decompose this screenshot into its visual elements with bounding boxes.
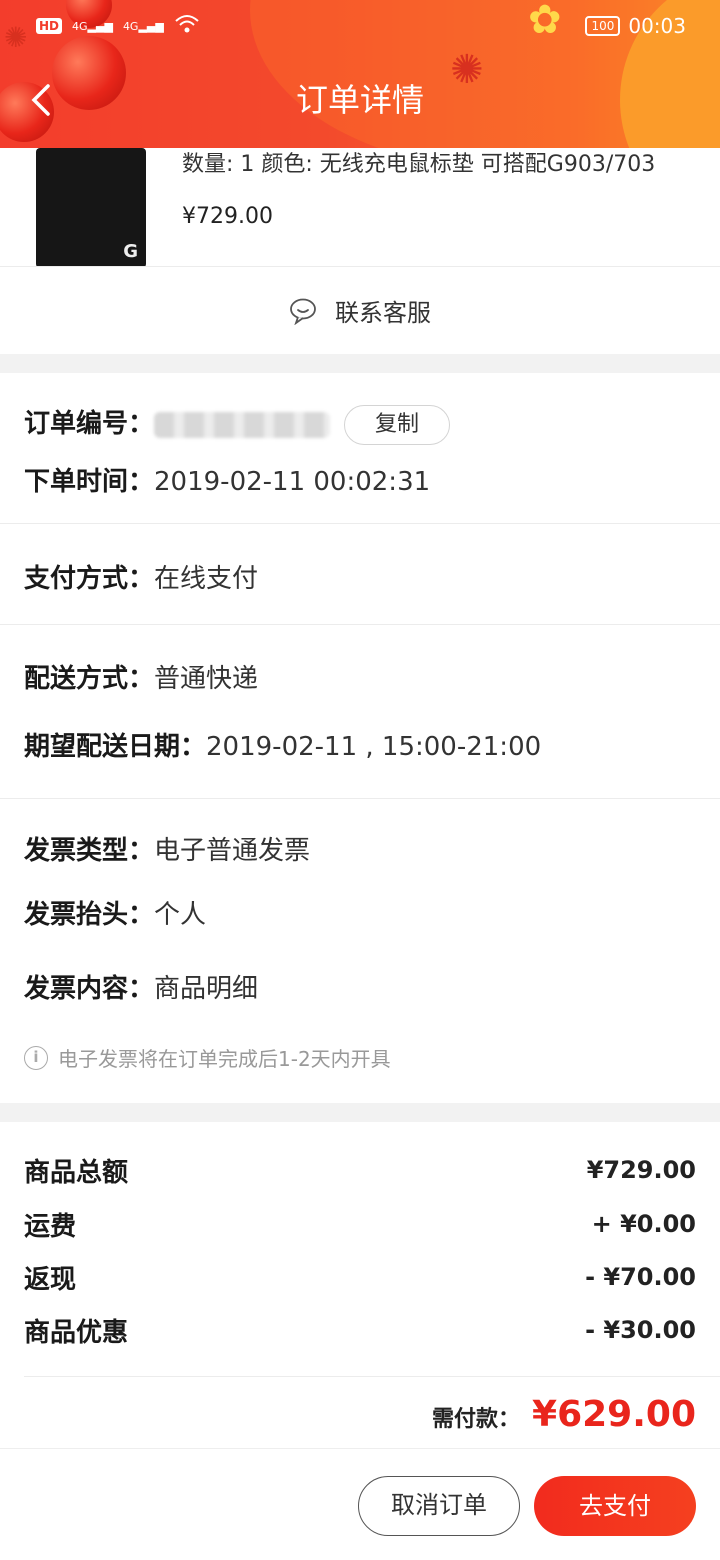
order-time-row: 下单时间：2019-02-11 00:02:31 [24, 461, 430, 498]
expected-date-label: 期望配送日期： [24, 732, 207, 762]
price-row-label: 商品优惠 [24, 1317, 129, 1348]
flower-decoration: ✺ [4, 21, 28, 54]
total-row: 需付款： ¥629.00 [432, 1394, 696, 1435]
invoice-type-label: 发票类型： [24, 836, 155, 866]
cancel-order-button[interactable]: 取消订单 [358, 1476, 520, 1536]
divider [0, 624, 720, 625]
invoice-title-value: 个人 [154, 900, 207, 930]
invoice-content-row: 发票内容：商品明细 [24, 968, 258, 1005]
payment-value: 在线支付 [154, 564, 259, 594]
contact-label: 联系客服 [335, 299, 431, 327]
page-title: 订单详情 [295, 81, 424, 119]
battery-icon: 100 [585, 16, 621, 36]
price-row: 商品优惠 - ¥30.00 [24, 1313, 696, 1348]
price-row: 商品总额 ¥729.00 [24, 1153, 696, 1188]
order-number-label: 订单编号： [24, 409, 155, 439]
price-row-value: + ¥0.00 [591, 1210, 696, 1238]
total-value: ¥629.00 [532, 1394, 696, 1435]
copy-button[interactable]: 复制 [344, 404, 451, 445]
payment-row: 支付方式：在线支付 [24, 558, 258, 595]
delivery-row: 配送方式：普通快递 [24, 658, 258, 695]
clock: 00:03 [628, 14, 686, 38]
invoice-type-value: 电子普通发票 [154, 836, 311, 866]
signal-label: 4G [122, 19, 139, 33]
wifi-icon [174, 13, 200, 40]
price-summary: 商品总额 ¥729.00 运费 + ¥0.00 返现 - ¥70.00 商品优惠… [0, 1122, 720, 1448]
signal-label: 4G [72, 19, 88, 33]
signal-icon: 4G▂▄▆ [72, 19, 113, 33]
order-time-value: 2019-02-11 00:02:31 [154, 467, 431, 497]
pay-button[interactable]: 去支付 [534, 1476, 696, 1536]
invoice-note-text: 电子发票将在订单完成后1-2天内开具 [58, 1047, 391, 1071]
payment-label: 支付方式： [24, 564, 155, 594]
invoice-content-value: 商品明细 [154, 974, 259, 1004]
price-row-value: - ¥30.00 [585, 1316, 696, 1344]
product-item[interactable]: G 数量: 1 颜色: 无线充电鼠标垫 可搭配G903/703 ¥729.00 [0, 148, 720, 268]
header: ✺ ✺ ✿ HD 4G▂▄▆ 4G▂▄▆ 100 00:03 订单详情 [0, 0, 720, 148]
contact-service-button[interactable]: 联系客服 [0, 266, 720, 354]
product-spec: 数量: 1 颜色: 无线充电鼠标垫 可搭配G903/703 [182, 152, 656, 177]
delivery-value: 普通快递 [154, 664, 259, 694]
invoice-note: i 电子发票将在订单完成后1-2天内开具 [24, 1043, 391, 1072]
price-row-label: 返现 [24, 1264, 77, 1295]
total-label: 需付款： [432, 1407, 521, 1432]
order-number-masked [154, 411, 331, 438]
price-row-label: 商品总额 [24, 1157, 129, 1188]
invoice-type-row: 发票类型：电子普通发票 [24, 830, 310, 867]
price-row-value: ¥729.00 [586, 1156, 696, 1184]
divider [0, 798, 720, 799]
order-info: 订单编号： 复制 下单时间：2019-02-11 00:02:31 支付方式：在线… [0, 373, 720, 1103]
info-icon: i [24, 1045, 48, 1070]
signal-icon: 4G▂▄▆ [122, 19, 164, 33]
hd-badge: HD [36, 18, 63, 34]
invoice-title-row: 发票抬头：个人 [24, 894, 206, 931]
divider [24, 1376, 720, 1377]
expected-date-value: 2019-02-11 , 15:00-21:00 [206, 732, 542, 762]
order-time-label: 下单时间： [24, 467, 155, 497]
price-row: 运费 + ¥0.00 [24, 1207, 696, 1242]
brand-logo: G [123, 241, 138, 262]
product-price: ¥729.00 [182, 204, 273, 229]
status-bar: HD 4G▂▄▆ 4G▂▄▆ 100 00:03 [36, 10, 686, 42]
invoice-title-label: 发票抬头： [24, 900, 155, 930]
bottom-action-bar: 取消订单 去支付 [0, 1448, 720, 1560]
price-row-value: - ¥70.00 [585, 1263, 696, 1291]
delivery-label: 配送方式： [24, 664, 155, 694]
invoice-content-label: 发票内容： [24, 974, 155, 1004]
price-row: 返现 - ¥70.00 [24, 1260, 696, 1295]
price-row-label: 运费 [24, 1211, 77, 1242]
divider [0, 523, 720, 524]
order-number-row: 订单编号： 复制 [24, 403, 451, 445]
expected-date-row: 期望配送日期：2019-02-11 , 15:00-21:00 [24, 726, 541, 763]
product-image[interactable]: G [36, 148, 146, 268]
chat-bubble-icon [290, 298, 316, 325]
